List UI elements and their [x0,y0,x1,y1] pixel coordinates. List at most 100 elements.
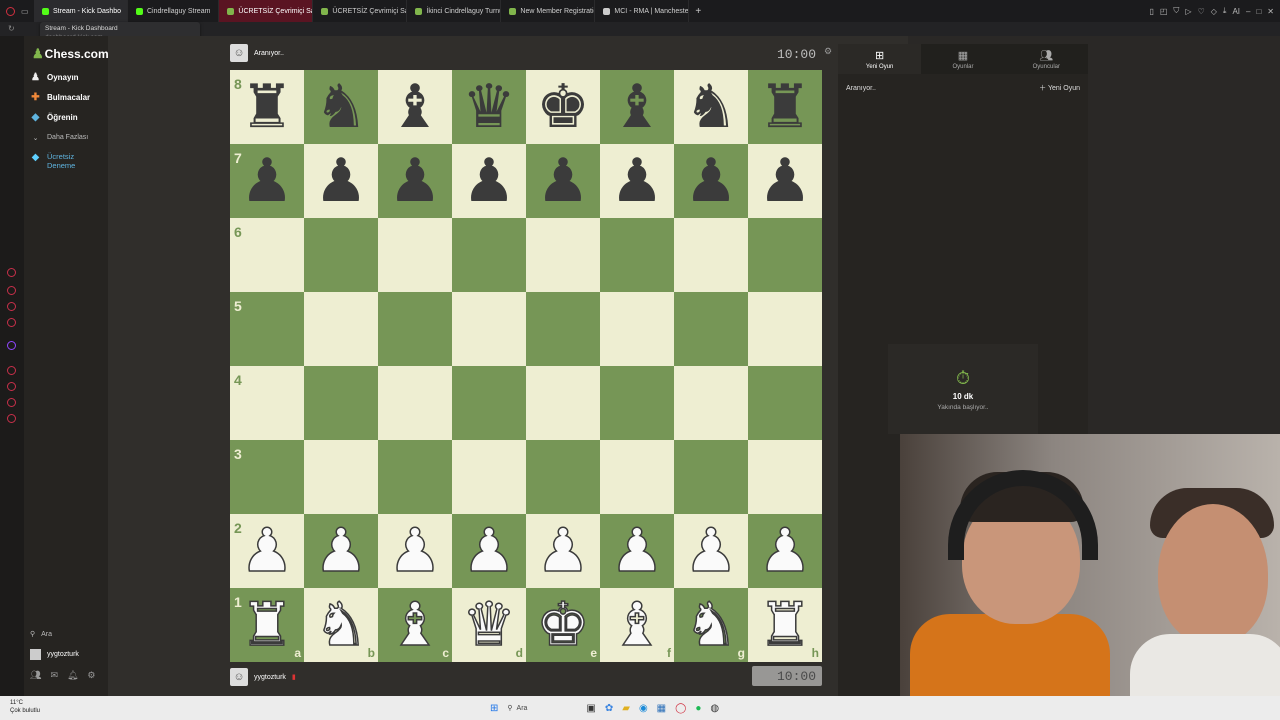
browser-tab[interactable]: ÜCRETSİZ Çevrimiçi Satr [313,0,408,22]
board-square[interactable]: ♟ [748,514,822,588]
board-square[interactable]: ♝ f [600,588,674,662]
close-window-icon[interactable]: ✕ [1267,7,1274,16]
workspaces-icon[interactable]: ▭ [21,7,29,16]
board-square[interactable]: ♛ [452,70,526,144]
tab-new-game[interactable]: ⊞ Yeni Oyun [838,44,922,74]
chat-icon[interactable]: ◇ [1211,7,1217,16]
tab-players[interactable]: 👥︎ Oyuncular [1005,44,1088,74]
board-square[interactable]: ♞ g [674,588,748,662]
black-king-icon[interactable]: ♚ [536,77,590,137]
white-bishop-icon[interactable]: ♝ [609,594,664,656]
opera-taskbar-icon[interactable]: ◯ [675,703,686,714]
chess-board[interactable]: ♜ 8 ♞ ♝ ♛ ♚ ♝ ♞ ♜ ♟ 7 ♟ ♟ ♟ ♟ ♟ ♟ ♟ 6 5 4 3 ♟ 2 ♟ ♟ ♟ ♟ ♟ ♟ ♟ ♜ 1 a ♞ b ♝ c ♛ d… [230,70,822,662]
sidebar-app-icon[interactable] [7,382,16,391]
board-square[interactable] [600,366,674,440]
taskview-icon[interactable]: ▣ [586,703,595,714]
board-square[interactable] [304,292,378,366]
browser-tab[interactable]: MCI - RMA | Manchester C [595,0,690,22]
board-square[interactable]: ♟ 7 [230,144,304,218]
black-rook-icon[interactable]: ♜ [240,77,294,137]
white-queen-icon[interactable]: ♛ [461,594,516,656]
board-square[interactable] [304,440,378,514]
black-knight-icon[interactable]: ♞ [684,77,738,137]
sidebar-app-icon[interactable] [7,318,16,327]
board-square[interactable] [378,292,452,366]
board-square[interactable] [674,366,748,440]
board-square[interactable] [452,366,526,440]
settings-icon[interactable] [7,414,16,423]
board-square[interactable]: ♜ [748,70,822,144]
white-king-icon[interactable]: ♚ [535,594,590,656]
black-knight-icon[interactable]: ♞ [314,77,368,137]
board-square[interactable]: ♟ [600,514,674,588]
sidebar-profile[interactable]: yygtozturk [30,649,79,660]
board-square[interactable] [748,440,822,514]
player-icon[interactable]: ▷ [1185,7,1191,16]
board-square[interactable]: ♟ [304,144,378,218]
board-square[interactable]: ♟ [452,144,526,218]
sidebar-item-more[interactable]: ⌄ Daha Fazlası [30,132,89,143]
board-square[interactable] [526,292,600,366]
board-square[interactable]: ♟ [600,144,674,218]
taskbar-search[interactable]: ⚲ Ara [507,704,577,713]
new-tab-button[interactable]: + [689,6,707,17]
board-square[interactable]: ♟ [304,514,378,588]
browser-tab[interactable]: New Member Registration [501,0,596,22]
black-queen-icon[interactable]: ♛ [462,77,516,137]
maximize-icon[interactable]: □ [1256,7,1261,16]
sidebar-item-puzzles[interactable]: ✚ Bulmacalar [30,92,90,103]
board-square[interactable] [674,440,748,514]
board-square[interactable]: ♜ 8 [230,70,304,144]
screenshot-icon[interactable]: ◰ [1160,7,1168,16]
board-square[interactable]: 5 [230,292,304,366]
board-square[interactable]: 3 [230,440,304,514]
sidebar-search[interactable]: ⚲ Ara [30,630,52,639]
extensions-icon[interactable]: ▯ [1149,7,1153,16]
download-icon[interactable]: ⤓ [1223,6,1227,16]
copilot-icon[interactable]: ✿ [605,703,613,714]
board-square[interactable]: ♟ [674,514,748,588]
white-rook-icon[interactable]: ♜ [757,594,812,656]
board-square[interactable] [674,292,748,366]
gear-icon[interactable]: ⚙ [87,670,95,681]
board-square[interactable] [452,292,526,366]
minimize-icon[interactable]: – [1246,7,1250,16]
black-pawn-icon[interactable]: ♟ [462,151,516,211]
board-square[interactable] [748,292,822,366]
browser-tab[interactable]: Cindrellaguy Stream [128,0,220,22]
white-pawn-icon[interactable]: ♟ [609,520,664,582]
board-square[interactable] [304,366,378,440]
board-square[interactable] [452,440,526,514]
white-rook-icon[interactable]: ♜ [239,594,294,656]
sidebar-app-icon[interactable] [7,286,16,295]
board-square[interactable] [600,440,674,514]
white-pawn-icon[interactable]: ♟ [461,520,516,582]
board-square[interactable]: ♟ 2 [230,514,304,588]
board-square[interactable]: ♟ [748,144,822,218]
black-rook-icon[interactable]: ♜ [758,77,812,137]
board-square[interactable] [452,218,526,292]
ai-button[interactable]: AI [1232,7,1240,16]
board-square[interactable]: 4 [230,366,304,440]
heart-icon[interactable]: ♡ [1198,7,1205,16]
board-square[interactable]: ♛ d [452,588,526,662]
board-square[interactable] [600,218,674,292]
opera-icon[interactable] [6,6,15,16]
white-knight-icon[interactable]: ♞ [313,594,368,656]
board-square[interactable] [748,366,822,440]
white-pawn-icon[interactable]: ♟ [239,520,294,582]
board-square[interactable]: ♚ e [526,588,600,662]
board-square[interactable]: 6 [230,218,304,292]
board-square[interactable]: ♝ c [378,588,452,662]
white-bishop-icon[interactable]: ♝ [387,594,442,656]
black-bishop-icon[interactable]: ♝ [610,77,664,137]
board-square[interactable]: ♞ [304,70,378,144]
board-square[interactable] [748,218,822,292]
board-square[interactable] [600,292,674,366]
board-square[interactable] [378,218,452,292]
board-square[interactable]: ♟ [452,514,526,588]
black-pawn-icon[interactable]: ♟ [240,151,294,211]
weather-widget[interactable]: 11°C Çok bulutlu [10,699,40,715]
browser-tab[interactable]: Stream - Kick Dashbo✕ [34,0,128,22]
bell-icon[interactable]: 🔔︎ [67,670,78,681]
